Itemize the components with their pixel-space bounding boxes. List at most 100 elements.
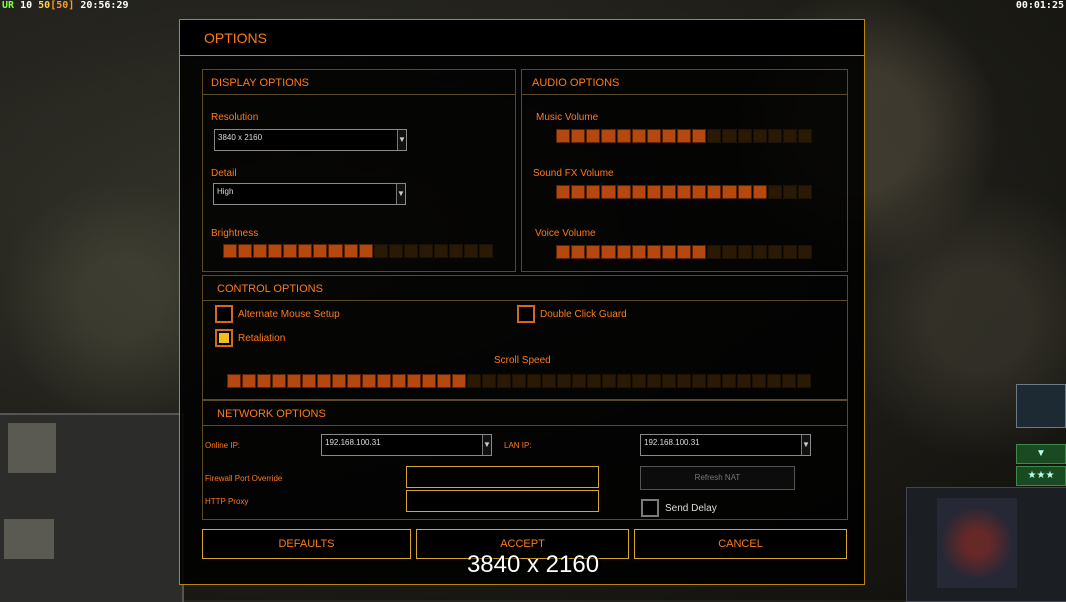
- slider-segment[interactable]: [407, 374, 421, 388]
- slider-segment[interactable]: [283, 244, 298, 258]
- slider-segment[interactable]: [752, 185, 767, 199]
- slider-segment[interactable]: [631, 129, 646, 143]
- slider-segment[interactable]: [242, 374, 256, 388]
- slider-segment[interactable]: [392, 374, 406, 388]
- online-ip-select[interactable]: 192.168.100.31 ▼: [321, 434, 492, 456]
- slider-segment[interactable]: [752, 245, 767, 259]
- slider-segment[interactable]: [347, 374, 361, 388]
- double-click-guard-checkbox[interactable]: [517, 305, 535, 323]
- slider-segment[interactable]: [616, 245, 631, 259]
- slider-segment[interactable]: [298, 244, 313, 258]
- slider-segment[interactable]: [586, 185, 601, 199]
- slider-segment[interactable]: [238, 244, 253, 258]
- slider-segment[interactable]: [601, 185, 616, 199]
- firewall-port-input[interactable]: [406, 466, 599, 488]
- sound-fx-volume-slider[interactable]: [556, 185, 813, 199]
- slider-segment[interactable]: [722, 374, 736, 388]
- lan-ip-select[interactable]: 192.168.100.31 ▼: [640, 434, 811, 456]
- slider-segment[interactable]: [677, 185, 692, 199]
- slider-segment[interactable]: [556, 129, 571, 143]
- slider-segment[interactable]: [512, 374, 526, 388]
- slider-segment[interactable]: [268, 244, 283, 258]
- slider-segment[interactable]: [362, 374, 376, 388]
- slider-segment[interactable]: [497, 374, 511, 388]
- slider-segment[interactable]: [373, 244, 388, 258]
- slider-segment[interactable]: [661, 245, 676, 259]
- slider-segment[interactable]: [767, 129, 782, 143]
- slider-segment[interactable]: [707, 245, 722, 259]
- brightness-slider[interactable]: [223, 244, 494, 258]
- slider-segment[interactable]: [632, 374, 646, 388]
- slider-segment[interactable]: [482, 374, 496, 388]
- slider-segment[interactable]: [586, 245, 601, 259]
- slider-segment[interactable]: [646, 245, 661, 259]
- slider-segment[interactable]: [317, 374, 331, 388]
- slider-segment[interactable]: [767, 185, 782, 199]
- slider-segment[interactable]: [467, 374, 481, 388]
- slider-segment[interactable]: [572, 374, 586, 388]
- slider-segment[interactable]: [661, 129, 676, 143]
- slider-segment[interactable]: [448, 244, 463, 258]
- slider-segment[interactable]: [358, 244, 373, 258]
- slider-segment[interactable]: [418, 244, 433, 258]
- slider-segment[interactable]: [707, 185, 722, 199]
- slider-segment[interactable]: [313, 244, 328, 258]
- slider-segment[interactable]: [646, 185, 661, 199]
- slider-segment[interactable]: [527, 374, 541, 388]
- slider-segment[interactable]: [479, 244, 494, 258]
- scroll-speed-slider[interactable]: [227, 374, 811, 388]
- slider-segment[interactable]: [737, 245, 752, 259]
- slider-segment[interactable]: [707, 129, 722, 143]
- slider-segment[interactable]: [556, 245, 571, 259]
- slider-segment[interactable]: [692, 374, 706, 388]
- slider-segment[interactable]: [631, 245, 646, 259]
- slider-segment[interactable]: [272, 374, 286, 388]
- slider-segment[interactable]: [646, 129, 661, 143]
- slider-segment[interactable]: [433, 244, 448, 258]
- slider-segment[interactable]: [647, 374, 661, 388]
- resolution-select[interactable]: 3840 x 2160 ▼: [214, 129, 407, 151]
- slider-segment[interactable]: [253, 244, 268, 258]
- slider-segment[interactable]: [707, 374, 721, 388]
- chevron-down-icon[interactable]: ▼: [397, 130, 406, 150]
- slider-segment[interactable]: [403, 244, 418, 258]
- chevron-down-icon[interactable]: ▼: [482, 435, 491, 455]
- slider-segment[interactable]: [722, 129, 737, 143]
- music-volume-slider[interactable]: [556, 129, 813, 143]
- slider-segment[interactable]: [677, 245, 692, 259]
- slider-segment[interactable]: [287, 374, 301, 388]
- http-proxy-input[interactable]: [406, 490, 599, 512]
- rank-stars-icon[interactable]: ★★★: [1016, 466, 1066, 486]
- refresh-nat-button[interactable]: Refresh NAT: [640, 466, 795, 490]
- slider-segment[interactable]: [737, 129, 752, 143]
- slider-segment[interactable]: [601, 245, 616, 259]
- slider-segment[interactable]: [422, 374, 436, 388]
- slider-segment[interactable]: [343, 244, 358, 258]
- slider-segment[interactable]: [798, 245, 813, 259]
- retaliation-checkbox[interactable]: [215, 329, 233, 347]
- slider-segment[interactable]: [737, 185, 752, 199]
- slider-segment[interactable]: [767, 374, 781, 388]
- slider-segment[interactable]: [797, 374, 811, 388]
- slider-segment[interactable]: [571, 129, 586, 143]
- slider-segment[interactable]: [328, 244, 343, 258]
- slider-segment[interactable]: [752, 129, 767, 143]
- slider-segment[interactable]: [388, 244, 403, 258]
- slider-segment[interactable]: [767, 245, 782, 259]
- slider-segment[interactable]: [377, 374, 391, 388]
- slider-segment[interactable]: [556, 185, 571, 199]
- slider-segment[interactable]: [782, 185, 797, 199]
- slider-segment[interactable]: [661, 185, 676, 199]
- slider-segment[interactable]: [437, 374, 451, 388]
- slider-segment[interactable]: [302, 374, 316, 388]
- chevron-down-icon[interactable]: ▼: [801, 435, 810, 455]
- voice-volume-slider[interactable]: [556, 245, 813, 259]
- slider-segment[interactable]: [752, 374, 766, 388]
- slider-segment[interactable]: [692, 185, 707, 199]
- slider-segment[interactable]: [542, 374, 556, 388]
- slider-segment[interactable]: [587, 374, 601, 388]
- slider-segment[interactable]: [798, 185, 813, 199]
- slider-segment[interactable]: [464, 244, 479, 258]
- slider-segment[interactable]: [617, 374, 631, 388]
- slider-segment[interactable]: [677, 129, 692, 143]
